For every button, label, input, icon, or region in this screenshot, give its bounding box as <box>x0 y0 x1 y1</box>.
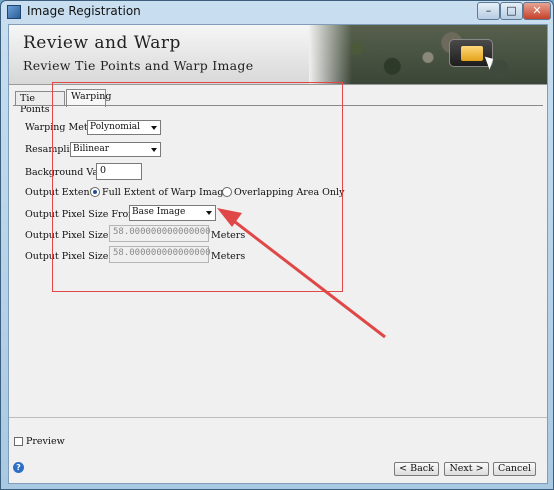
preview-label[interactable]: Preview <box>26 436 65 447</box>
help-icon[interactable]: ? <box>13 462 24 473</box>
folder-icon <box>461 46 483 61</box>
footer-divider <box>9 417 547 418</box>
minimize-button[interactable]: – <box>477 2 500 20</box>
image-registration-window: Image Registration – □ ✕ Review and Warp… <box>0 0 554 490</box>
banner-title: Review and Warp <box>23 33 181 53</box>
close-button[interactable]: ✕ <box>523 2 551 20</box>
back-button[interactable]: < Back <box>394 462 439 476</box>
app-icon <box>7 5 21 19</box>
preview-checkbox[interactable] <box>14 437 23 446</box>
maximize-button[interactable]: □ <box>500 2 523 20</box>
satellite-image-banner <box>309 25 547 84</box>
highlight-annotation-box <box>52 82 343 292</box>
wizard-banner: Review and Warp Review Tie Points and Wa… <box>9 25 547 85</box>
banner-subtitle: Review Tie Points and Warp Image <box>23 58 254 73</box>
title-bar[interactable]: Image Registration – □ ✕ <box>1 1 553 23</box>
cancel-button[interactable]: Cancel <box>493 462 536 476</box>
window-title: Image Registration <box>27 4 141 18</box>
next-button[interactable]: Next > <box>444 462 489 476</box>
